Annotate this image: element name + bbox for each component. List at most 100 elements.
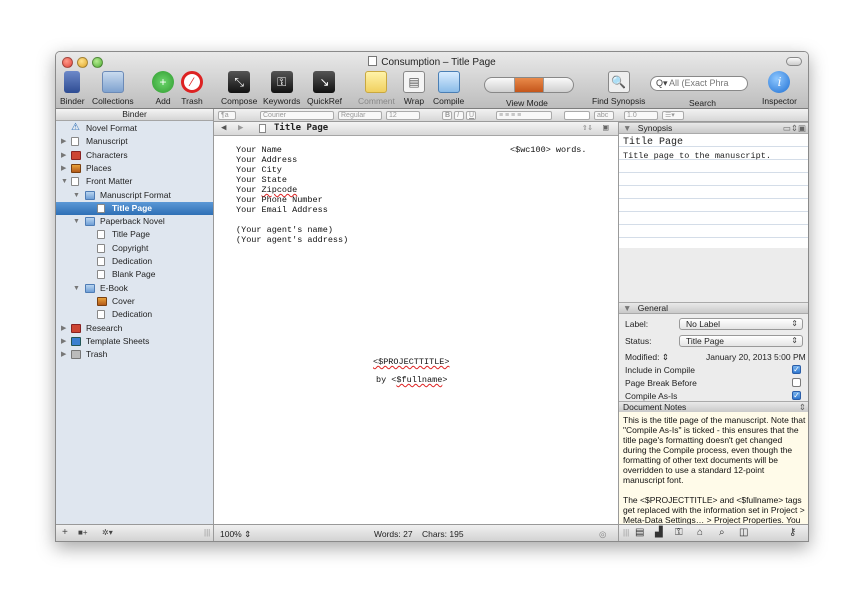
binder-item[interactable]: ▶ Characters — [56, 149, 213, 162]
folder-icon — [85, 283, 95, 293]
date-toggle-icon[interactable]: ⇕ — [662, 352, 669, 362]
synopsis-mode-icon[interactable]: ▭⇕▣ — [783, 123, 806, 133]
binder-item[interactable]: Copyright — [56, 242, 213, 255]
line-spacing-popup[interactable]: 1.0 — [624, 111, 658, 120]
notes-menu-icon[interactable]: ⇕ — [799, 402, 806, 412]
binder-item[interactable]: ▼ Manuscript Format — [56, 189, 213, 202]
disclosure-triangle-icon[interactable]: ▶ — [61, 335, 66, 348]
view-mode-control[interactable] — [484, 77, 574, 93]
view-mode-outline[interactable] — [544, 78, 573, 92]
text-color-well[interactable] — [564, 111, 590, 120]
add-button[interactable]: + Add — [152, 71, 174, 106]
search-input[interactable]: Q▾ All (Exact Phra — [650, 76, 748, 91]
underline-button[interactable]: U — [466, 111, 476, 120]
binder-item[interactable]: ▶ Template Sheets — [56, 335, 213, 348]
inspector-button[interactable]: i Inspector — [762, 71, 797, 106]
document-notes[interactable]: This is the title page of the manuscript… — [619, 412, 808, 541]
references-tab-icon[interactable]: ▟ — [655, 527, 663, 538]
label-popup[interactable]: No Label ⇕ — [679, 318, 803, 330]
keywords-button[interactable]: ⚿ Keywords — [263, 71, 300, 106]
compile-as-is-checkbox[interactable]: ✓ — [792, 391, 801, 400]
disclosure-triangle-icon[interactable]: ▼ — [623, 123, 631, 133]
size-popup[interactable]: 12 — [386, 111, 420, 120]
synopsis-editor[interactable]: Title Page Title page to the manuscript. — [619, 134, 808, 248]
keywords-tab-icon[interactable]: ⚿ — [675, 527, 683, 538]
binder-item[interactable]: Title Page — [56, 228, 213, 241]
add-folder-button[interactable]: ■+ — [78, 528, 88, 537]
binder-item[interactable]: ▶ Places — [56, 162, 213, 175]
quickref-button[interactable]: ↘ QuickRef — [307, 71, 342, 106]
binder-item[interactable]: Dedication — [56, 255, 213, 268]
lock-icon[interactable]: ⚷ — [789, 527, 796, 538]
binder-item[interactable]: ▶ Manuscript — [56, 135, 213, 148]
nav-forward-button[interactable]: ▶ — [238, 122, 243, 135]
font-popup[interactable]: Courier — [260, 111, 334, 120]
general-header[interactable]: ▼ General — [619, 302, 808, 314]
weight-popup[interactable]: Regular — [338, 111, 382, 120]
binder-item[interactable]: ▼ Front Matter — [56, 175, 213, 188]
split-view-icon[interactable]: ▣ — [603, 122, 608, 135]
binder-item-label: Places — [86, 162, 112, 173]
binder-item[interactable]: Blank Page — [56, 268, 213, 281]
label-field-label: Label: — [625, 319, 649, 329]
find-synopsis-button[interactable]: 🔍 Find Synopsis — [592, 71, 645, 106]
include-compile-checkbox[interactable]: ✓ — [792, 365, 801, 374]
binder-button[interactable]: Binder — [60, 71, 85, 106]
alignment-buttons[interactable]: ≡ ≡ ≡ ≡ — [496, 111, 552, 120]
zoom-popup[interactable]: 100% ⇕ — [220, 525, 251, 541]
comment-button[interactable]: Comment — [358, 71, 395, 106]
status-popup[interactable]: Title Page ⇕ — [679, 335, 803, 347]
highlight-button[interactable]: abc — [594, 111, 614, 120]
bold-button[interactable]: B — [442, 111, 452, 120]
binder-item[interactable]: Cover — [56, 295, 213, 308]
add-item-button[interactable]: + — [62, 527, 68, 538]
binder-item[interactable]: Title Page — [56, 201, 213, 215]
disclosure-triangle-icon[interactable]: ▼ — [73, 215, 80, 228]
toolbar-toggle-button[interactable] — [786, 57, 802, 66]
italic-button[interactable]: I — [454, 111, 464, 120]
page-break-checkbox[interactable] — [792, 378, 801, 387]
synopsis-text[interactable]: Title page to the manuscript. — [623, 151, 771, 161]
disclosure-triangle-icon[interactable]: ▼ — [73, 282, 80, 295]
disclosure-triangle-icon[interactable]: ▼ — [61, 175, 68, 188]
up-down-arrows-icon[interactable]: ⇧⇩ — [582, 122, 593, 135]
disclosure-triangle-icon[interactable]: ▶ — [61, 322, 66, 335]
binder-item[interactable]: ▼ E-Book — [56, 282, 213, 295]
resize-handle-icon[interactable]: ||| — [204, 528, 210, 537]
nav-back-button[interactable]: ◀ — [221, 122, 226, 135]
disclosure-triangle-icon[interactable]: ▶ — [61, 162, 66, 175]
binder-item[interactable]: ▼ Paperback Novel — [56, 215, 213, 228]
notes-tab-icon[interactable]: ▤ — [635, 527, 644, 538]
list-popup[interactable]: ☰▾ — [662, 111, 684, 120]
collections-button[interactable]: Collections — [92, 71, 134, 106]
binder-item[interactable]: ⚠ Novel Format — [56, 122, 213, 135]
view-mode-scrivenings[interactable] — [485, 78, 515, 92]
disclosure-triangle-icon[interactable]: ▶ — [61, 348, 66, 361]
gear-menu-button[interactable]: ✲▾ — [102, 528, 113, 537]
editor-text-area[interactable]: Your Name Your Address Your City Your State… — [214, 136, 618, 524]
binder-item[interactable]: ▶ Trash — [56, 348, 213, 361]
disclosure-triangle-icon[interactable]: ▶ — [61, 135, 66, 148]
binder-item-label: Cover — [112, 295, 135, 306]
metadata-tab-icon[interactable]: ⌂ — [697, 527, 703, 538]
disclosure-triangle-icon[interactable]: ▶ — [61, 149, 66, 162]
compose-button[interactable]: ⤡ Compose — [221, 71, 257, 106]
wrap-button[interactable]: ▤ Wrap — [403, 71, 425, 106]
snapshots-tab-icon[interactable]: ⌕ — [719, 527, 725, 538]
style-popup[interactable]: ¶a — [218, 111, 236, 120]
disclosure-triangle-icon[interactable]: ▼ — [623, 303, 631, 313]
comments-tab-icon[interactable]: ◫ — [739, 527, 748, 538]
compile-button[interactable]: Compile — [433, 71, 464, 106]
editor-title[interactable]: Title Page — [274, 122, 328, 135]
editor-line: (Your agent's name) — [236, 225, 333, 235]
trash-button[interactable]: ⁄ Trash — [181, 71, 203, 106]
view-mode-corkboard[interactable] — [514, 78, 545, 92]
word-count: Words: 27 — [374, 529, 413, 539]
resize-handle-icon[interactable]: ||| — [623, 528, 629, 537]
target-icon[interactable]: ◎ — [599, 525, 606, 541]
binder-item[interactable]: Dedication — [56, 308, 213, 321]
synopsis-header[interactable]: ▼ Synopsis ▭⇕▣ — [619, 122, 808, 134]
disclosure-triangle-icon[interactable]: ▼ — [73, 189, 80, 202]
synopsis-title[interactable]: Title Page — [623, 137, 683, 148]
binder-item[interactable]: ▶ Research — [56, 322, 213, 335]
